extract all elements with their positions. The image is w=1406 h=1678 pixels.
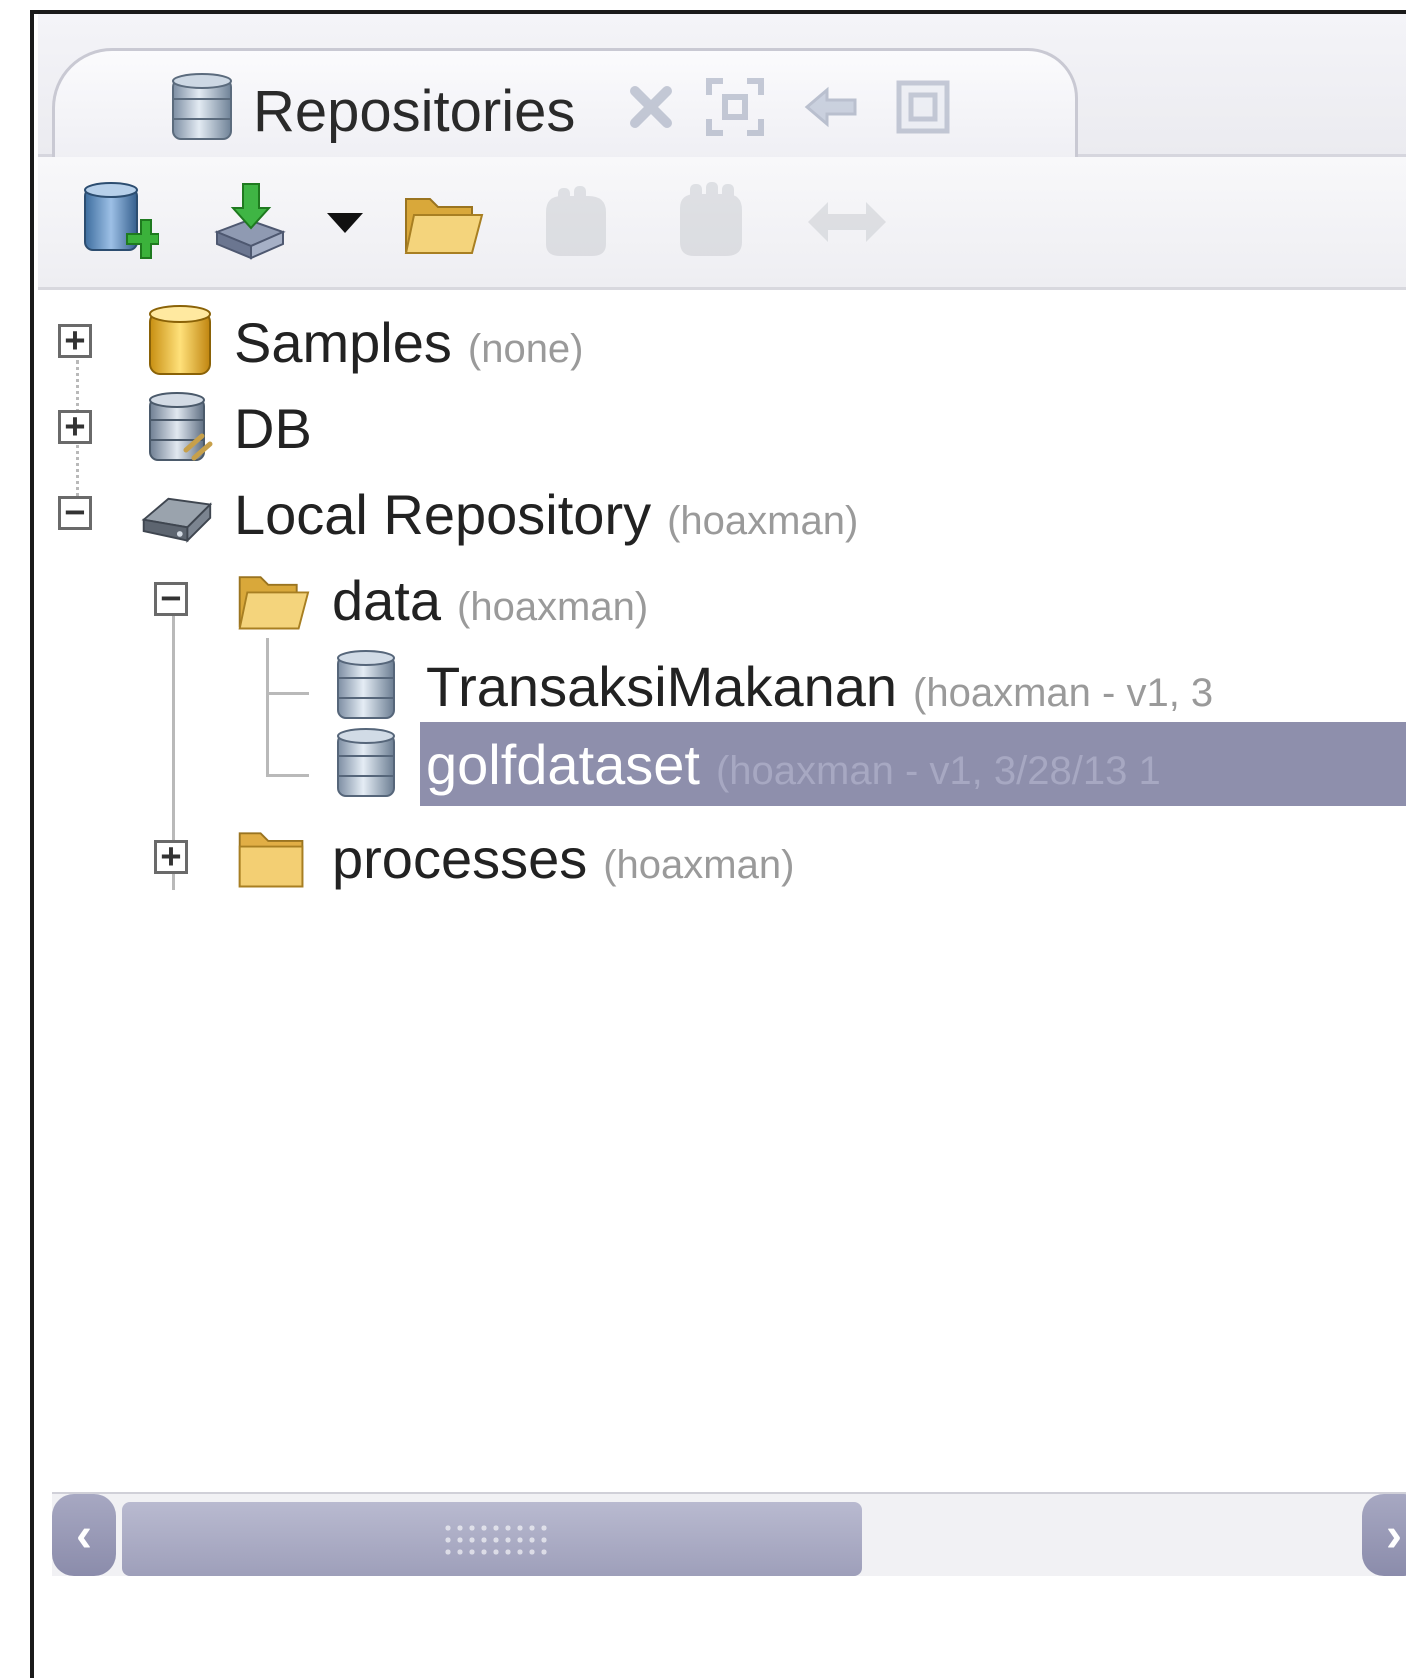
node-label: TransaksiMakanan <box>426 655 898 718</box>
expand-toggle[interactable]: + <box>58 409 92 444</box>
node-meta: (hoaxman) <box>667 499 859 543</box>
chevron-left-icon: ‹ <box>76 1508 92 1562</box>
synchronize-button[interactable] <box>802 177 892 267</box>
scroll-left-button[interactable]: ‹ <box>52 1494 116 1576</box>
scroll-thumb[interactable] <box>122 1502 862 1576</box>
node-meta: (none) <box>467 327 584 371</box>
import-icon <box>214 183 286 260</box>
node-label: data <box>332 569 441 632</box>
node-label: processes <box>332 827 588 890</box>
tree-node-data-folder[interactable]: − data (hoaxman) <box>38 558 1338 642</box>
open-folder-button[interactable] <box>398 177 488 267</box>
node-label: DB <box>234 397 312 460</box>
dataset-icon <box>337 728 395 797</box>
tab-repositories[interactable]: Repositories <box>52 48 1078 159</box>
database-icon <box>172 73 232 140</box>
dataset-icon <box>337 650 395 719</box>
node-label: golfdataset <box>426 733 700 796</box>
node-meta: (hoaxman - v1, 3 <box>913 671 1214 715</box>
tab-title: Repositories <box>253 79 576 144</box>
close-icon[interactable] <box>619 73 683 141</box>
folder-open-icon <box>238 576 310 630</box>
collapse-toggle[interactable]: − <box>154 581 188 616</box>
node-meta: (hoaxman) <box>457 585 649 629</box>
tree-node-db[interactable]: + DB <box>38 386 1338 470</box>
node-label: Local Repository <box>234 483 652 546</box>
restore-icon[interactable] <box>891 73 955 141</box>
import-button[interactable] <box>204 177 294 267</box>
database-add-icon <box>84 182 159 259</box>
node-meta: (hoaxman) <box>603 843 795 887</box>
repositories-panel: Repositories + Samples (none) + DB − Loc… <box>30 10 1406 1678</box>
add-repository-button[interactable] <box>74 177 164 267</box>
horizontal-scrollbar[interactable]: ‹ › <box>52 1492 1406 1576</box>
scroll-right-button[interactable]: › <box>1362 1494 1406 1576</box>
chevron-right-icon: › <box>1386 1508 1402 1562</box>
tree-node-transaksimakanan[interactable]: TransaksiMakanan (hoaxman - v1, 3 <box>38 644 1338 728</box>
tree-node-samples[interactable]: + Samples (none) <box>38 300 1338 384</box>
retrieve-button[interactable] <box>666 177 756 267</box>
maximize-icon[interactable] <box>703 73 767 141</box>
tree-node-local-repository[interactable]: − Local Repository (hoaxman) <box>38 472 1338 556</box>
store-button[interactable] <box>532 177 622 267</box>
node-label: Samples <box>234 311 452 374</box>
retrieve-icon <box>680 182 742 256</box>
repository-tree[interactable]: + Samples (none) + DB − Local Repository… <box>38 290 1406 1480</box>
samples-repository-icon <box>149 305 211 375</box>
expand-toggle[interactable]: + <box>154 839 188 874</box>
import-dropdown-button[interactable] <box>300 177 390 267</box>
collapse-toggle[interactable]: − <box>58 495 92 530</box>
store-icon <box>546 186 606 256</box>
tree-node-processes-folder[interactable]: + processes (hoaxman) <box>38 816 1338 900</box>
node-meta: (hoaxman - v1, 3/28/13 1 <box>715 749 1161 793</box>
toolbar <box>38 157 1406 290</box>
undock-icon[interactable] <box>799 73 863 141</box>
local-drive-icon <box>141 497 213 543</box>
sync-icon <box>808 202 886 242</box>
tree-node-golfdataset[interactable]: golfdataset (hoaxman - v1, 3/28/13 1 <box>38 722 1338 806</box>
grip-icon <box>442 1522 552 1556</box>
folder-icon <box>238 832 304 888</box>
folder-open-icon <box>404 198 484 254</box>
tab-strip: Repositories <box>38 14 1406 159</box>
chevron-down-icon <box>327 213 363 233</box>
database-repository-icon <box>149 392 213 461</box>
expand-toggle[interactable]: + <box>58 323 92 358</box>
